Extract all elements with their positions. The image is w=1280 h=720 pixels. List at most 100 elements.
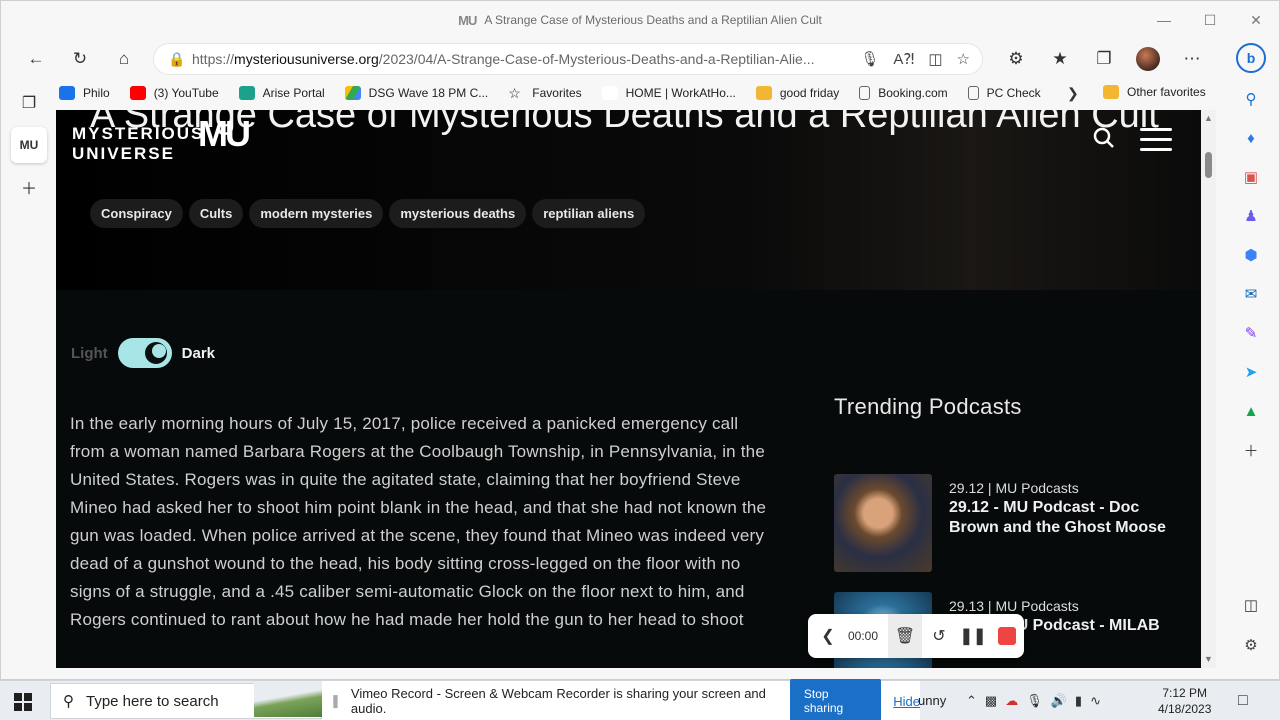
games-icon[interactable]: ♟ (1233, 198, 1269, 234)
notification-icon[interactable]: □ (1238, 692, 1248, 710)
address-bar[interactable]: 🔒 https://mysteriousuniverse.org/2023/04… (153, 43, 983, 75)
menu-icon[interactable] (1140, 128, 1172, 152)
share-message: Vimeo Record - Screen & Webcam Recorder … (350, 686, 766, 716)
outlook-icon[interactable]: ✉ (1233, 276, 1269, 312)
collections-icon[interactable]: ❐ (1087, 42, 1121, 76)
refresh-button[interactable]: ↻ (63, 42, 97, 76)
scroll-up-icon[interactable]: ▲ (1204, 113, 1213, 123)
fav-favorites[interactable]: ☆ Favorites (508, 86, 581, 100)
edge-sidebar: b ⚲ ♦ ▣ ♟ ⬢ ✉ ✎ ➤ ▲ ＋ ◫ ⚙ (1223, 39, 1279, 669)
tag-reptilian-aliens[interactable]: reptilian aliens (532, 199, 646, 228)
microsoft365-icon[interactable]: ⬢ (1233, 237, 1269, 273)
new-tab-button[interactable]: ＋ (11, 169, 47, 205)
close-window-button[interactable]: ✕ (1233, 1, 1279, 39)
web-page: A Strange Case of Mysterious Deaths and … (56, 110, 1201, 668)
read-aloud-icon[interactable]: A⁈ (893, 50, 914, 68)
fav-youtube[interactable]: (3) YouTube (129, 86, 219, 100)
maximize-button[interactable]: ☐ (1187, 1, 1233, 39)
screen-share-notification: ❚ Vimeo Record - Screen & Webcam Recorde… (322, 679, 920, 720)
trending-podcasts-heading: Trending Podcasts (834, 394, 1022, 419)
tag-modern-mysteries[interactable]: modern mysteries (249, 199, 384, 228)
onedrive-icon[interactable]: ☁ (1005, 693, 1018, 709)
windows-start-icon[interactable] (14, 693, 32, 711)
folder-icon (755, 86, 772, 100)
youtube-icon (129, 86, 146, 100)
fav-arise[interactable]: Arise Portal (238, 86, 325, 100)
tag-conspiracy[interactable]: Conspiracy (90, 199, 183, 228)
send-icon[interactable]: ➤ (1233, 354, 1269, 390)
star-icon: ☆ (508, 85, 521, 101)
page-scrollbar[interactable]: ▲ ▼ (1201, 110, 1216, 668)
google-drive-icon (344, 86, 361, 100)
article-text: In the early morning hours of July 15, 2… (70, 414, 767, 629)
tab-favicon: MU (458, 12, 477, 28)
favorites-icon[interactable]: ★ (1043, 42, 1077, 76)
tools-briefcase-icon[interactable]: ▣ (1233, 159, 1269, 195)
delete-trash-icon[interactable]: 🗑 (888, 614, 922, 658)
tag-mysterious-deaths[interactable]: mysterious deaths (389, 199, 527, 228)
sidebar-settings-icon[interactable]: ⚙ (1233, 627, 1269, 663)
search-icon[interactable] (1092, 126, 1116, 150)
wifi-icon[interactable]: ∿ (1090, 693, 1101, 709)
tab-mysterious-universe[interactable]: MU (11, 127, 47, 163)
favorites-bar: Philo (3) YouTube Arise Portal DSG Wave … (59, 79, 1223, 107)
windows-taskbar: ⚲ Type here to search ❚ Vimeo Record - S… (0, 679, 1280, 720)
chevron-right-icon[interactable]: ❯ (1067, 85, 1079, 102)
site-logo[interactable]: MYSTERIOUS UNIVERSE MU (72, 116, 251, 164)
search-highlight-image (254, 683, 322, 717)
fav-drive[interactable]: DSG Wave 18 PM C... (344, 86, 488, 100)
home-button[interactable]: ⌂ (107, 42, 141, 76)
fav-workathome[interactable]: HOME | WorkAtHo... (601, 86, 736, 100)
dark-label: Dark (181, 344, 216, 362)
hide-link[interactable]: Hide (893, 694, 920, 709)
scroll-down-icon[interactable]: ▼ (1204, 654, 1213, 664)
meet-icon[interactable]: ▩ (985, 693, 997, 709)
immersive-reader-icon[interactable]: ◫ (928, 50, 942, 68)
fav-booking[interactable]: Booking.com (859, 86, 948, 100)
article-title: A Strange Case of Mysterious Deaths and … (90, 110, 1159, 136)
settings-more-icon[interactable]: ⋯ (1175, 42, 1209, 76)
vertical-tabs-rail: ❐ MU ＋ (1, 79, 57, 669)
sidebar-toggle-icon[interactable]: ◫ (1233, 587, 1269, 623)
battery-icon[interactable]: ▮ (1075, 693, 1082, 709)
article-body-area: Light Dark In the early morning hours of… (56, 290, 1201, 668)
shopping-tag-icon[interactable]: ♦ (1233, 120, 1269, 156)
tag-cults[interactable]: Cults (188, 199, 244, 228)
add-favorite-icon[interactable]: ☆ (957, 50, 970, 68)
minimize-button[interactable]: — (1141, 1, 1187, 39)
drag-handle-icon[interactable]: ❚ (330, 693, 341, 709)
chevron-up-icon[interactable]: ⌃ (966, 693, 977, 709)
collapse-chevron-icon[interactable]: ❮ (808, 614, 848, 658)
volume-icon[interactable]: 🔊 (1051, 693, 1067, 709)
fav-other-favorites[interactable]: Other favorites (1103, 85, 1206, 99)
window-title: A Strange Case of Mysterious Deaths and … (484, 13, 822, 27)
stop-sharing-button[interactable]: Stop sharing (789, 679, 882, 720)
taskbar-clock[interactable]: 7:12 PM 4/18/2023 (1158, 685, 1211, 717)
page-icon (859, 86, 871, 100)
podcast-title[interactable]: 29.12 - MU Podcast - Doc Brown and the G… (949, 498, 1189, 538)
system-tray: ⌃ ▩ ☁ 🎙 🔊 ▮ ∿ (966, 681, 1101, 720)
restart-icon[interactable]: ↺ (922, 614, 956, 658)
fav-good-friday[interactable]: good friday (755, 86, 839, 100)
add-sidebar-app-icon[interactable]: ＋ (1233, 432, 1269, 468)
theme-toggle[interactable] (117, 338, 172, 368)
microphone-icon[interactable]: 🎙 (1026, 693, 1043, 709)
fav-pc-check[interactable]: PC Check (967, 86, 1041, 100)
workathome-icon (601, 86, 618, 100)
profile-avatar[interactable] (1131, 42, 1165, 76)
stop-icon (998, 627, 1016, 645)
microphone-icon[interactable]: 🎙 (860, 50, 879, 68)
stop-recording-button[interactable] (990, 614, 1024, 658)
back-button[interactable]: ← (19, 42, 53, 76)
fav-philo[interactable]: Philo (59, 86, 110, 100)
bing-chat-icon[interactable]: b (1236, 43, 1266, 73)
extensions-icon[interactable]: ⚙ (999, 42, 1033, 76)
scroll-thumb[interactable] (1205, 152, 1212, 178)
arise-icon (238, 86, 255, 100)
pause-icon[interactable]: ❚❚ (956, 614, 990, 658)
tab-actions-icon[interactable]: ❐ (11, 85, 47, 121)
podcast-item[interactable]: 29.12 | MU Podcasts 29.12 - MU Podcast -… (834, 474, 1184, 574)
designer-icon[interactable]: ✎ (1233, 315, 1269, 351)
search-icon[interactable]: ⚲ (1233, 81, 1269, 117)
tree-icon[interactable]: ▲ (1233, 393, 1269, 429)
